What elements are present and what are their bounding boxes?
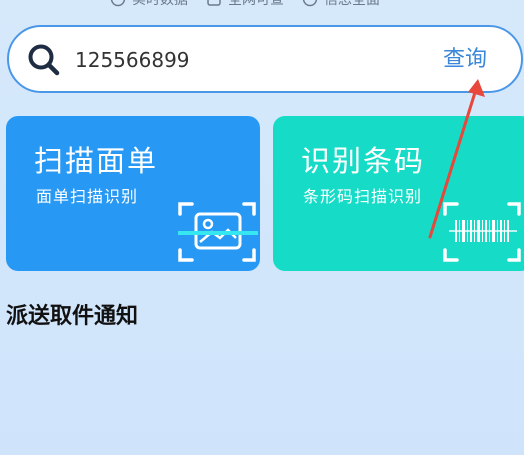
- card-title: 识别条码: [301, 144, 426, 178]
- barcode-card[interactable]: 识别条码 条形码扫描识别: [273, 116, 524, 271]
- search-input[interactable]: [75, 41, 415, 79]
- search-icon: [28, 44, 60, 76]
- top-item-label: 信息全面: [324, 0, 380, 8]
- scan-waybill-card[interactable]: 扫描面单 面单扫描识别: [6, 116, 260, 271]
- card-subtitle: 面单扫描识别: [36, 187, 139, 206]
- search-doc-icon: [207, 0, 221, 6]
- card-title: 扫描面单: [34, 144, 159, 178]
- scan-photo-icon: [178, 202, 258, 262]
- top-item-label: 实时数据: [132, 0, 188, 8]
- top-item-label: 全网可查: [228, 0, 284, 8]
- top-feature-row: 实时数据 全网可查 信息全面: [110, 0, 470, 10]
- top-item-realtime: 实时数据: [110, 0, 188, 9]
- card-subtitle: 条形码扫描识别: [303, 187, 423, 206]
- section-title: 派送取件通知: [6, 304, 139, 329]
- top-item-network: 全网可查: [206, 0, 284, 9]
- search-bar: 查询: [7, 25, 523, 93]
- info-icon: [302, 0, 318, 7]
- barcode-scan-icon: [443, 202, 521, 262]
- search-button[interactable]: 查询: [443, 45, 487, 75]
- clock-icon: [110, 0, 126, 7]
- top-item-info: 信息全面: [302, 0, 380, 9]
